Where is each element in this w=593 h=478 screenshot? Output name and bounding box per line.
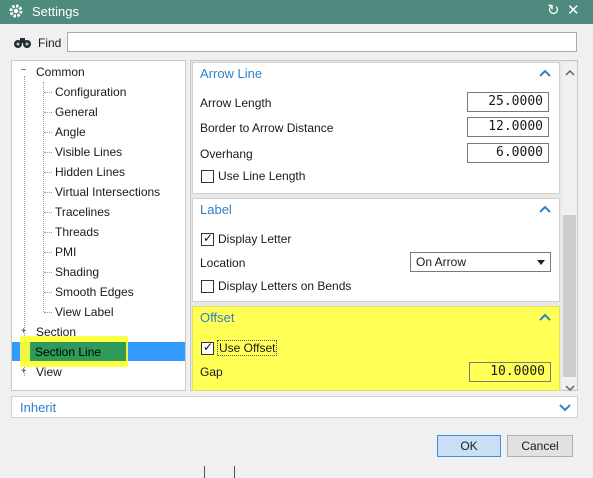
tree-item-angle[interactable]: Angle [55,123,86,141]
tree-item-common[interactable]: Common [36,63,85,81]
window-title: Settings [32,4,79,19]
use-offset-label: Use Offset [216,340,278,356]
group-title-label: Label [200,202,232,217]
chevron-up-icon[interactable] [539,67,551,77]
chevron-up-icon[interactable] [539,311,551,321]
tree-item-view[interactable]: View [36,363,62,381]
close-icon[interactable]: ✕ [567,3,581,19]
title-bar: Settings ↻ ✕ [0,0,593,24]
collapse-icon[interactable]: − [19,66,28,76]
cancel-button[interactable]: Cancel [507,435,573,457]
chevron-down-icon [537,260,545,265]
location-label: Location [200,256,246,270]
location-select[interactable]: On Arrow [410,252,551,272]
overhang-label: Overhang [200,147,253,161]
gap-input[interactable]: 10.0000 [469,362,551,382]
background-line [234,466,235,478]
tree-item-configuration[interactable]: Configuration [55,83,126,101]
display-letter-checkbox[interactable]: ✓ [201,232,214,246]
expand-icon[interactable]: + [19,367,28,377]
tree-item-virtual-intersections[interactable]: Virtual Intersections [55,183,160,201]
display-on-bends-label: Display Letters on Bends [218,279,352,293]
tree-item-general[interactable]: General [55,103,98,121]
inherit-label: Inherit [20,400,57,415]
group-title-arrow-line: Arrow Line [200,66,263,81]
tree-item-pmi[interactable]: PMI [55,243,76,261]
offset-group: Offset ✓ Use Offset Gap 10.0000 [192,306,560,391]
binoculars-icon [12,35,34,49]
gap-label: Gap [200,365,223,379]
arrow-length-label: Arrow Length [200,96,272,110]
display-letter-label: Display Letter [218,232,292,246]
scroll-up-icon[interactable] [565,66,575,76]
tree-item-shading[interactable]: Shading [55,263,99,281]
chevron-up-icon[interactable] [539,203,551,213]
scroll-thumb[interactable] [563,215,576,377]
group-title-offset: Offset [200,310,235,325]
gear-icon [8,3,24,19]
location-select-value: On Arrow [416,255,467,269]
tree-item-hidden-lines[interactable]: Hidden Lines [55,163,125,181]
use-line-length-checkbox[interactable] [201,170,214,183]
arrow-length-input[interactable]: 25.0000 [467,92,549,112]
tree-item-visible-lines[interactable]: Visible Lines [55,143,122,161]
use-offset-checkbox[interactable]: ✓ [201,341,214,355]
background-line [204,466,205,478]
find-label: Find [38,36,62,50]
tree-item-threads[interactable]: Threads [55,223,99,241]
tree-item-smooth-edges[interactable]: Smooth Edges [55,283,134,301]
tree-item-view-label[interactable]: View Label [55,303,114,321]
find-input[interactable] [67,32,577,52]
tree-item-tracelines[interactable]: Tracelines [55,203,110,221]
overhang-input[interactable]: 6.0000 [467,143,549,163]
ok-button[interactable]: OK [437,435,501,457]
border-distance-label: Border to Arrow Distance [200,121,334,135]
border-distance-input[interactable]: 12.0000 [467,117,549,137]
tree-item-section-line[interactable]: Section Line [35,343,101,361]
arrow-line-group: Arrow Line Arrow Length 25.0000 Border t… [192,62,560,194]
scroll-down-icon[interactable] [565,381,575,392]
chevron-down-icon[interactable] [559,402,571,412]
display-on-bends-checkbox[interactable] [201,280,214,293]
use-line-length-label: Use Line Length [218,169,306,183]
inherit-group[interactable]: Inherit [11,396,578,418]
label-group: Label ✓ Display Letter Location On Arrow… [192,198,560,302]
reset-icon[interactable]: ↻ [547,3,561,19]
